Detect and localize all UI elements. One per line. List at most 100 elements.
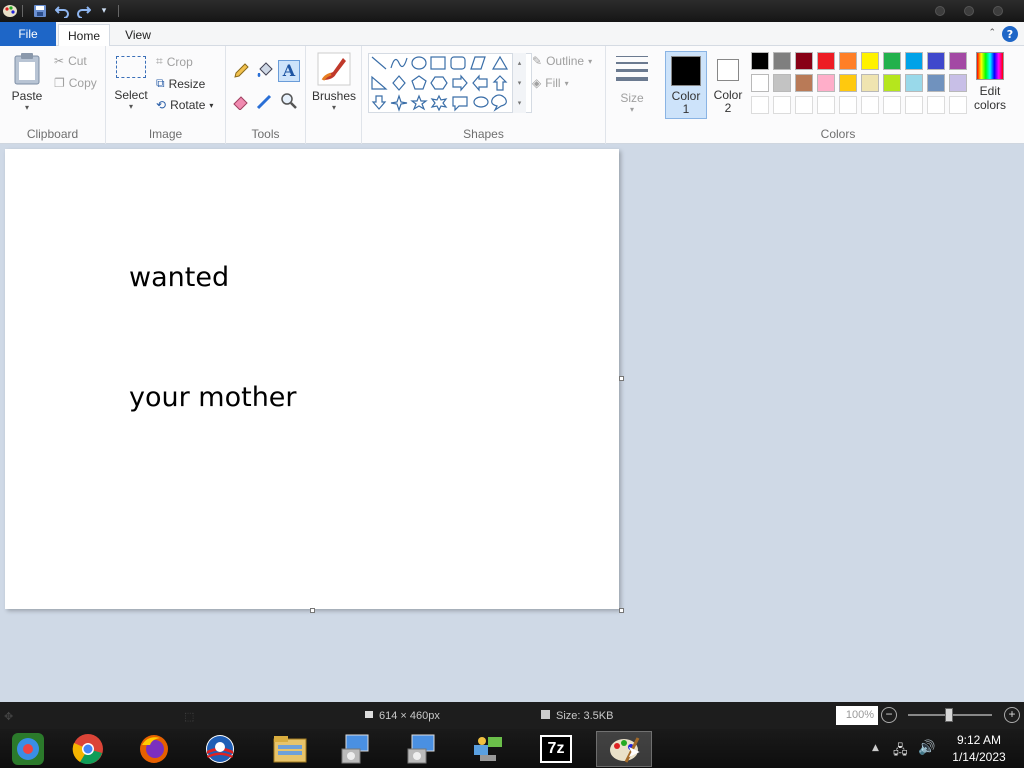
paste-button[interactable]: Paste ▾ — [8, 50, 46, 114]
palette-swatch-empty[interactable] — [883, 96, 901, 114]
canvas-workspace[interactable]: wanted your mother — [0, 144, 1024, 702]
zoom-out-button[interactable]: − — [881, 707, 897, 723]
palette-swatch[interactable] — [773, 52, 791, 70]
network-app-icon[interactable] — [460, 731, 516, 767]
palette-swatch-empty[interactable] — [861, 96, 879, 114]
edit-colors-button[interactable]: Edit colors — [970, 52, 1010, 112]
select-button[interactable]: Select ▾ — [112, 54, 150, 111]
palette-swatch[interactable] — [861, 74, 879, 92]
zoom-level: 100% — [836, 706, 878, 725]
palette-swatch[interactable] — [839, 74, 857, 92]
outline-icon: ✎ — [532, 54, 543, 68]
installer-icon[interactable] — [328, 731, 384, 767]
fill-button[interactable]: ◈ Fill ▾ — [532, 76, 569, 90]
palette-swatch[interactable] — [927, 52, 945, 70]
color2-button[interactable]: Color 2 — [708, 51, 748, 119]
palette-swatch-empty[interactable] — [773, 96, 791, 114]
outline-button[interactable]: ✎ Outline ▾ — [532, 54, 592, 68]
chrome-icon[interactable] — [60, 731, 116, 767]
zoom-slider-thumb[interactable] — [945, 708, 953, 722]
cut-button[interactable]: ✂ Cut — [54, 54, 87, 68]
fill-label: Fill — [545, 76, 561, 90]
cut-label: Cut — [68, 54, 87, 68]
collapse-ribbon-icon[interactable]: ⌃ — [988, 28, 996, 38]
pencil-icon[interactable] — [232, 62, 252, 82]
color1-button[interactable]: Color 1 — [665, 51, 707, 119]
palette-swatch[interactable] — [905, 52, 923, 70]
close-button[interactable] — [993, 6, 1003, 16]
maximize-button[interactable] — [964, 6, 974, 16]
canvas-resize-handle-corner[interactable] — [619, 608, 624, 613]
palette-swatch[interactable] — [795, 52, 813, 70]
firefox-icon[interactable] — [126, 731, 182, 767]
canvas-resize-handle-right[interactable] — [619, 376, 624, 381]
chevron-down-icon: ▾ — [629, 105, 634, 114]
palette-swatch[interactable] — [905, 74, 923, 92]
text-tool-icon[interactable]: A — [278, 60, 300, 82]
palette-swatch-empty[interactable] — [795, 96, 813, 114]
drawing-canvas[interactable]: wanted your mother — [5, 149, 619, 609]
palette-swatch-empty[interactable] — [905, 96, 923, 114]
color-picker-icon[interactable] — [256, 92, 276, 112]
tab-file[interactable]: File — [0, 22, 56, 46]
obama-logo-icon[interactable] — [192, 731, 248, 767]
palette-swatch[interactable] — [817, 74, 835, 92]
copy-button[interactable]: ❐ Copy — [54, 76, 97, 90]
palette-swatch[interactable] — [927, 74, 945, 92]
brushes-button[interactable]: Brushes ▾ — [310, 52, 358, 112]
help-icon[interactable]: ? — [1002, 26, 1018, 42]
palette-swatch[interactable] — [861, 52, 879, 70]
installer-icon-2[interactable] — [394, 731, 450, 767]
palette-swatch[interactable] — [795, 74, 813, 92]
rotate-label: Rotate — [170, 98, 206, 112]
paint-taskbar-icon[interactable] — [596, 731, 652, 767]
shapes-gallery[interactable] — [368, 53, 532, 113]
palette-swatch-empty[interactable] — [839, 96, 857, 114]
redo-icon[interactable] — [76, 3, 92, 19]
palette-swatch[interactable] — [839, 52, 857, 70]
clipboard-group-label: Clipboard — [26, 127, 79, 141]
tab-home[interactable]: Home — [58, 24, 110, 46]
start-orb-icon[interactable] — [0, 731, 56, 767]
brush-icon — [317, 52, 351, 86]
undo-icon[interactable] — [54, 3, 70, 19]
canvas-resize-handle-bottom[interactable] — [310, 608, 315, 613]
clock[interactable]: 9:12 AM 1/14/2023 — [946, 732, 1012, 766]
palette-swatch[interactable] — [883, 74, 901, 92]
palette-swatch[interactable] — [949, 52, 967, 70]
palette-swatch-empty[interactable] — [817, 96, 835, 114]
fill-bucket-icon[interactable] — [256, 62, 276, 82]
network-icon[interactable]: 🖧 — [893, 741, 908, 763]
clock-time: 9:12 AM — [956, 733, 1002, 747]
show-hidden-icons-icon[interactable]: ▲ — [872, 743, 879, 753]
paint-app-icon[interactable] — [2, 3, 18, 19]
palette-swatch[interactable] — [751, 52, 769, 70]
palette-swatch-empty[interactable] — [949, 96, 967, 114]
tab-view[interactable]: View — [114, 24, 162, 46]
eraser-icon[interactable] — [232, 92, 252, 112]
7zip-icon[interactable]: 7z — [528, 731, 584, 767]
file-explorer-icon[interactable] — [262, 731, 318, 767]
rotate-button[interactable]: ⟲ Rotate ▾ — [156, 98, 213, 112]
palette-swatch[interactable] — [773, 74, 791, 92]
palette-swatch[interactable] — [883, 52, 901, 70]
size-button[interactable]: Size ▾ — [614, 54, 650, 114]
save-icon[interactable] — [32, 3, 48, 19]
palette-swatch-empty[interactable] — [927, 96, 945, 114]
minimize-button[interactable] — [935, 6, 945, 16]
zoom-in-button[interactable]: + — [1004, 707, 1020, 723]
color1-swatch — [671, 56, 701, 86]
resize-button[interactable]: ⧉ Resize — [156, 76, 205, 91]
clipboard-group: Paste ▾ ✂ Cut ❐ Copy Clipboard — [0, 46, 106, 144]
customize-qat-icon[interactable]: ▾ — [96, 3, 112, 19]
palette-swatch[interactable] — [949, 74, 967, 92]
crop-button[interactable]: ⌗ Crop — [156, 54, 193, 69]
palette-swatch[interactable] — [817, 52, 835, 70]
volume-icon[interactable]: 🔊 — [918, 740, 935, 756]
image-group-label: Image — [148, 127, 183, 141]
magnifier-icon[interactable] — [280, 92, 300, 112]
palette-swatch-empty[interactable] — [751, 96, 769, 114]
copy-icon: ❐ — [54, 76, 65, 90]
shapes-scroll[interactable]: ▴ ▾ ▾ — [512, 53, 526, 113]
palette-swatch[interactable] — [751, 74, 769, 92]
